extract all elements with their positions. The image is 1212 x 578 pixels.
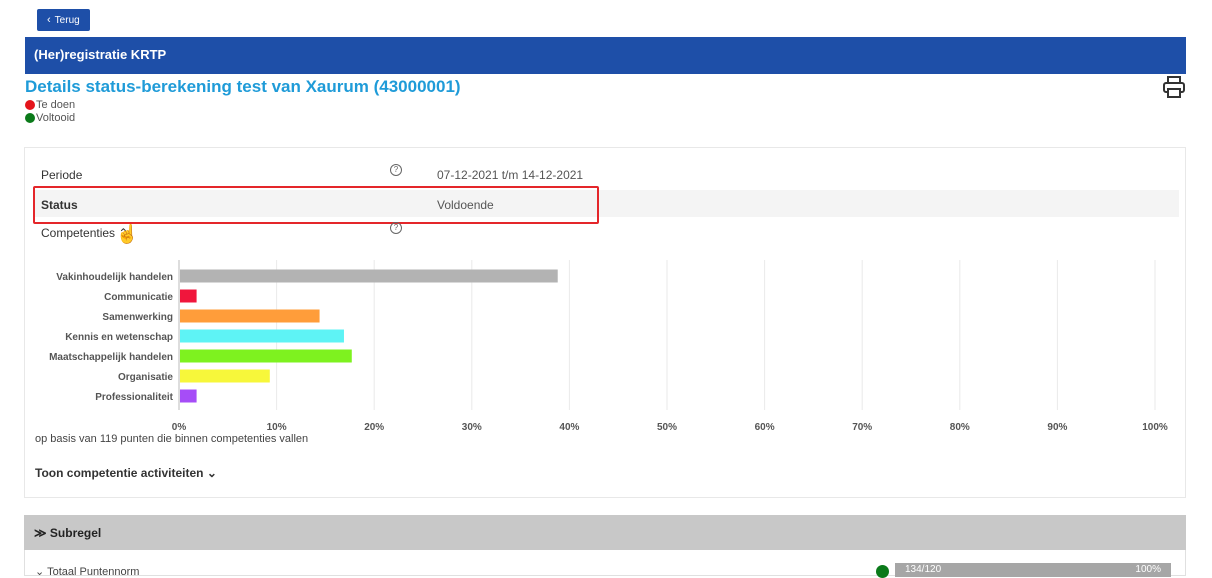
totaal-puntennorm-toggle[interactable]: ⌄ Totaal Puntennorm [35, 565, 139, 578]
header-title: (Her)registratie KRTP [34, 47, 167, 62]
details-panel: Periode ? 07-12-2021 t/m 14-12-2021 Stat… [24, 147, 1186, 498]
periode-row: Periode ? 07-12-2021 t/m 14-12-2021 [33, 160, 1179, 187]
chevron-left-icon: ‹ [47, 13, 51, 26]
double-chevron-down-icon: ≫ [34, 526, 47, 540]
back-button-label: Terug [54, 14, 80, 26]
competenties-row: Competenties ⌃ ? [33, 218, 1179, 245]
x-tick-label: 80% [950, 422, 970, 433]
legend-item-todo: Te doen [25, 98, 75, 111]
category-label: Maatschappelijk handelen [49, 352, 173, 363]
page-title: Details status-berekening test van Xauru… [25, 77, 461, 96]
bar[interactable] [180, 329, 344, 343]
bar[interactable] [180, 309, 320, 323]
subregel-body: ⌄ Totaal Puntennorm 134/120 100% [24, 550, 1186, 578]
bar[interactable] [180, 289, 197, 303]
hand-cursor-icon: ☝ [116, 224, 139, 244]
x-tick-label: 30% [462, 422, 482, 433]
toggle-activities-label: Toon competentie activiteiten [35, 466, 204, 480]
print-icon[interactable] [1162, 76, 1186, 98]
green-dot-icon [25, 112, 35, 123]
chevron-down-icon: ⌄ [35, 566, 48, 578]
category-label: Samenwerking [102, 312, 173, 323]
progress-percent: 100% [1135, 564, 1161, 575]
periode-label: Periode [41, 168, 83, 182]
back-button[interactable]: ‹ Terug [37, 9, 90, 31]
puntennorm-progress-bar: 134/120 100% [895, 563, 1171, 577]
x-tick-label: 100% [1142, 422, 1168, 433]
status-dot-icon [876, 565, 889, 578]
x-tick-label: 50% [657, 422, 677, 433]
subregel-header[interactable]: ≫ Subregel [24, 515, 1186, 550]
header-band: (Her)registratie KRTP [25, 37, 1186, 74]
bar[interactable] [180, 349, 352, 363]
category-label: Kennis en wetenschap [65, 332, 173, 343]
subregel-title: Subregel [49, 526, 102, 540]
bar[interactable] [180, 389, 197, 403]
category-label: Organisatie [118, 372, 173, 383]
x-tick-label: 90% [1047, 422, 1067, 433]
progress-text: 134/120 [905, 564, 942, 575]
x-tick-label: 20% [364, 422, 384, 433]
bar[interactable] [180, 369, 270, 383]
legend-label: Te doen [36, 98, 76, 111]
x-tick-label: 40% [559, 422, 579, 433]
chevron-down-icon: ⌄ [206, 466, 217, 480]
help-icon[interactable]: ? [390, 164, 402, 176]
toggle-activities-button[interactable]: Toon competentie activiteiten ⌄ [35, 466, 217, 480]
bar[interactable] [180, 269, 558, 283]
help-icon[interactable]: ? [390, 222, 402, 234]
totaal-puntennorm-label: Totaal Puntennorm [47, 566, 140, 578]
x-tick-label: 10% [267, 422, 287, 433]
x-tick-label: 0% [172, 422, 187, 433]
legend-label: Voltooid [36, 111, 76, 124]
x-tick-label: 60% [755, 422, 775, 433]
top-bar: ‹ Terug [0, 0, 1212, 38]
category-label: Communicatie [104, 292, 173, 303]
category-label: Professionaliteit [95, 392, 173, 403]
chart-footnote: op basis van 119 punten die binnen compe… [35, 433, 309, 445]
category-label: Vakinhoudelijk handelen [56, 272, 173, 283]
x-tick-label: 70% [852, 422, 872, 433]
competenties-label: Competenties [41, 226, 116, 240]
status-legend: Te doen Voltooid [25, 98, 75, 124]
periode-value: 07-12-2021 t/m 14-12-2021 [437, 168, 584, 182]
competenties-chart: 0% 10% 20% 30% 40% 50% 60% 70% 80% 90% 100% Vakinho… [49, 260, 1168, 433]
legend-item-done: Voltooid [25, 111, 75, 124]
red-dot-icon [25, 99, 35, 110]
